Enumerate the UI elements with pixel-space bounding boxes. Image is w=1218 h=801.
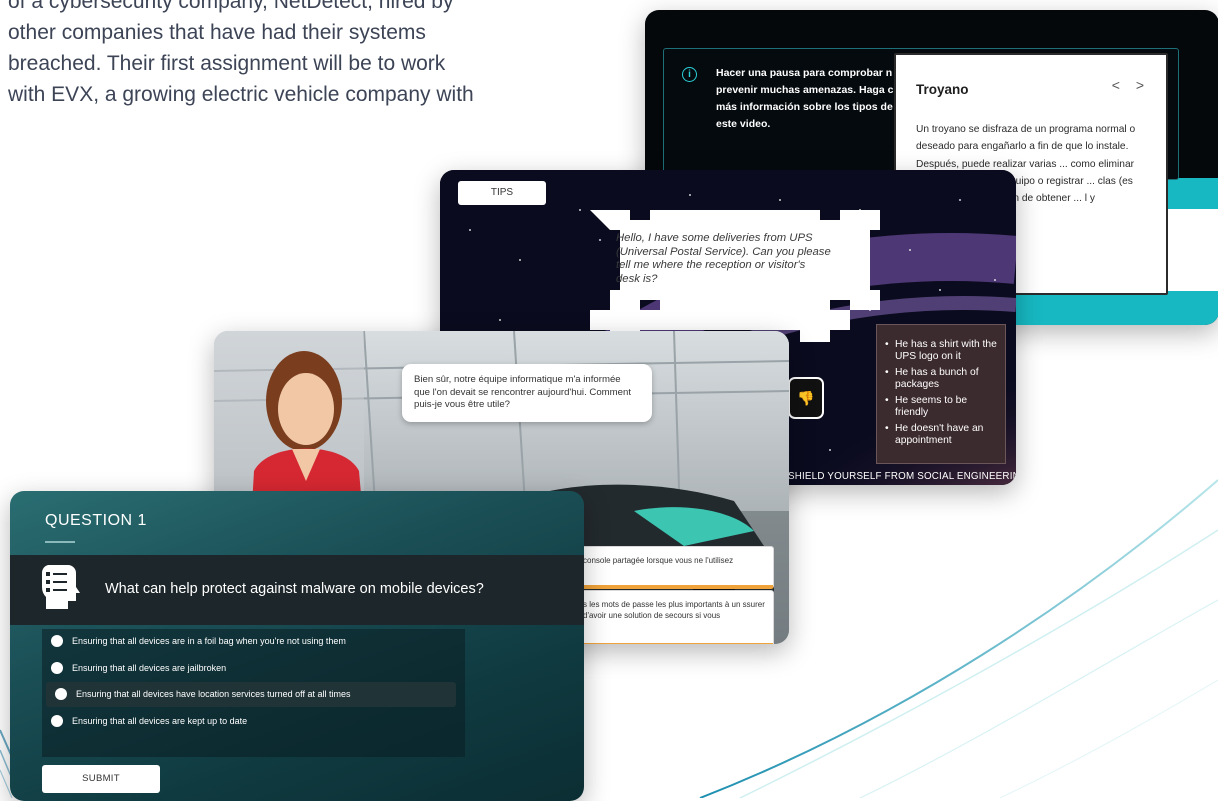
answer-option-label: Ensuring that all devices have location …	[76, 689, 351, 699]
answer-option-label: Ensuring that all devices are kept up to…	[72, 716, 248, 726]
tips-button[interactable]: TIPS	[458, 181, 546, 205]
answer-option[interactable]: s les mots de passe les plus importants …	[576, 590, 774, 644]
info-icon: i	[682, 67, 697, 82]
clue-item: He doesn't have an appointment	[877, 423, 1005, 446]
answer-option[interactable]: console partagée lorsque vous ne l'utili…	[576, 546, 774, 589]
question-bar: What can help protect against malware on…	[10, 555, 584, 625]
submit-button[interactable]: SUBMIT	[42, 765, 160, 793]
quiz-card: QUESTION 1 What can help protect against…	[10, 491, 584, 801]
question-title: QUESTION 1	[45, 512, 147, 529]
answer-option-selected[interactable]: Ensuring that all devices have location …	[46, 682, 456, 707]
answer-options: Ensuring that all devices are in a foil …	[42, 629, 465, 757]
answer-option[interactable]: Ensuring that all devices are jailbroken	[42, 656, 452, 681]
intro-line: with EVX, a growing electric vehicle com…	[8, 83, 474, 106]
intro-line: of a cybersecurity company, NetDetect, h…	[8, 0, 454, 13]
answer-option[interactable]: Ensuring that all devices are kept up to…	[42, 709, 452, 734]
answer-option[interactable]: Ensuring that all devices are in a foil …	[42, 629, 452, 654]
popover-nav-arrows[interactable]: < >	[1112, 77, 1150, 93]
radio-button[interactable]	[55, 688, 67, 700]
clue-list: He has a shirt with the UPS logo on it H…	[876, 324, 1006, 464]
answer-option-label: Ensuring that all devices are jailbroken	[72, 663, 227, 673]
popover-title: Troyano	[916, 82, 969, 97]
course-title-footer: SHIELD YOURSELF FROM SOCIAL ENGINEERING	[788, 471, 1016, 482]
intro-paragraph: of a cybersecurity company, NetDetect, h…	[8, 0, 568, 110]
question-text: What can help protect against malware on…	[105, 581, 484, 597]
presenter-speech-text: Bien sûr, notre équipe informatique m'a …	[414, 374, 631, 410]
presenter-speech-bubble: Bien sûr, notre équipe informatique m'a …	[402, 364, 652, 422]
clue-item: He has a bunch of packages	[877, 367, 1005, 390]
radio-button[interactable]	[51, 635, 63, 647]
clue-item: He seems to be friendly	[877, 395, 1005, 418]
title-underline	[45, 541, 75, 543]
radio-button[interactable]	[51, 715, 63, 727]
thumbs-down-icon[interactable]: 👎	[788, 377, 824, 419]
intro-line: other companies that have had their syst…	[8, 21, 426, 44]
radio-button[interactable]	[51, 662, 63, 674]
intro-line: breached. Their first assignment will be…	[8, 52, 446, 75]
checklist-head-icon	[41, 565, 80, 609]
visitor-speech-text: Hello, I have some deliveries from UPS (…	[616, 232, 831, 285]
clue-item: He has a shirt with the UPS logo on it	[877, 339, 1005, 362]
answer-option-label: Ensuring that all devices are in a foil …	[72, 636, 346, 646]
